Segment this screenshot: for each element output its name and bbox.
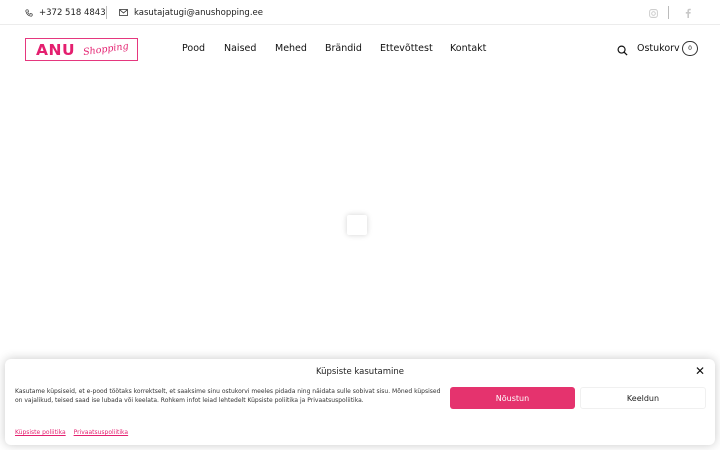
phone-number: +372 518 4843 xyxy=(39,7,106,18)
facebook-icon[interactable] xyxy=(684,7,692,19)
divider xyxy=(106,6,107,19)
logo-script-text: Shopping xyxy=(82,40,130,59)
top-bar: +372 518 4843 kasutajatugi@anushopping.e… xyxy=(0,0,720,25)
phone-contact[interactable]: +372 518 4843 xyxy=(25,0,106,25)
mail-icon xyxy=(119,9,128,16)
accept-cookies-button[interactable]: Nõustun xyxy=(450,387,575,409)
instagram-icon[interactable] xyxy=(648,7,658,19)
cookie-links: Küpsiste poliitika Privaatsuspoliitika xyxy=(15,429,134,436)
nav-item-brandid[interactable]: Brändid xyxy=(325,43,362,54)
cart-count-badge[interactable]: 0 xyxy=(682,41,698,56)
cookie-policy-link[interactable]: Küpsiste poliitika xyxy=(15,429,66,436)
main-header: ANU Shopping Pood Naised Mehed Brändid E… xyxy=(0,26,720,74)
divider xyxy=(668,6,669,19)
cart-link[interactable]: Ostukorv xyxy=(637,43,680,54)
phone-icon xyxy=(25,8,33,17)
nav-item-naised[interactable]: Naised xyxy=(224,43,256,54)
nav-item-kontakt[interactable]: Kontakt xyxy=(450,43,486,54)
deny-cookies-button[interactable]: Keeldun xyxy=(580,387,706,409)
nav-item-mehed[interactable]: Mehed xyxy=(275,43,307,54)
privacy-policy-link[interactable]: Privaatsuspoliitika xyxy=(74,429,129,436)
page-loader xyxy=(347,215,367,235)
search-button[interactable] xyxy=(616,44,628,56)
close-icon[interactable]: ✕ xyxy=(694,365,706,377)
email-contact[interactable]: kasutajatugi@anushopping.ee xyxy=(119,0,263,25)
nav-item-pood[interactable]: Pood xyxy=(182,43,205,54)
logo-main-text: ANU xyxy=(36,40,76,59)
cookie-banner: Küpsiste kasutamine ✕ Kasutame küpsiseid… xyxy=(5,359,715,445)
cookie-description: Kasutame küpsiseid, et e-pood töötaks ko… xyxy=(15,388,441,404)
email-address: kasutajatugi@anushopping.ee xyxy=(134,7,263,18)
search-icon xyxy=(617,45,628,56)
cookie-title: Küpsiste kasutamine xyxy=(315,367,404,377)
nav-item-ettevottest[interactable]: Ettevõttest xyxy=(380,43,433,54)
site-logo[interactable]: ANU Shopping xyxy=(25,38,138,61)
